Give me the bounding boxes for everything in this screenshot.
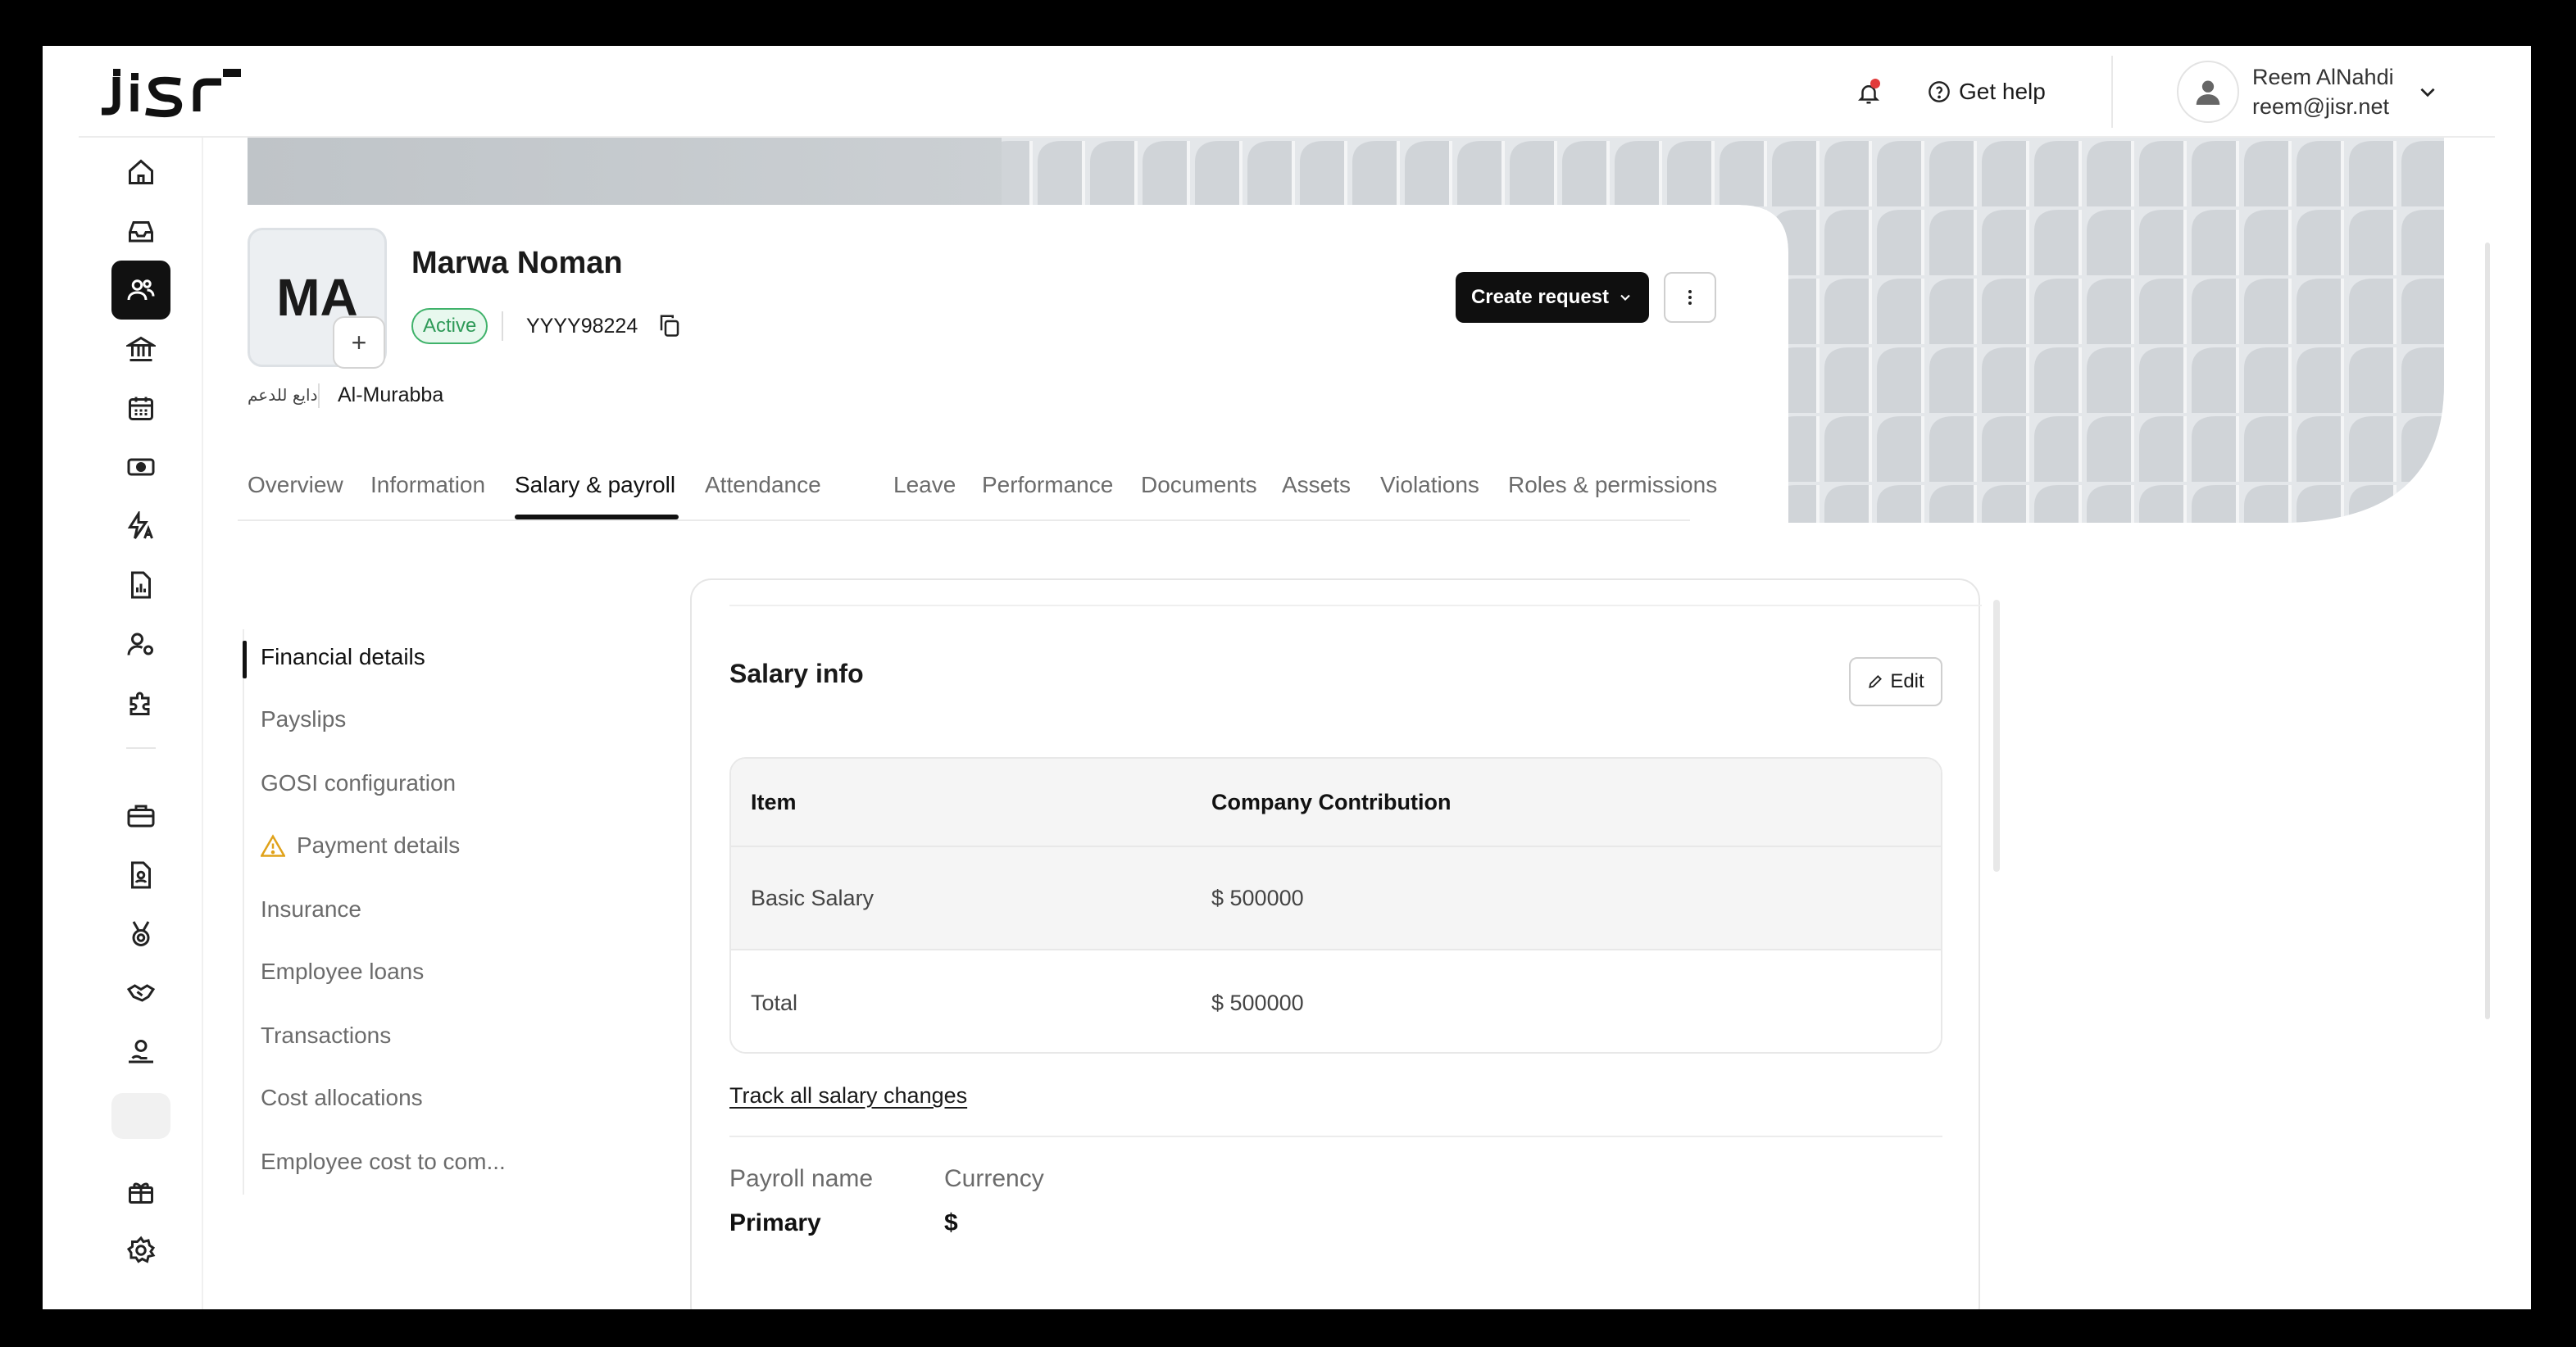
salary-info-title: Salary info <box>729 659 864 688</box>
subnav-insurance[interactable]: Insurance <box>261 896 361 923</box>
tab-salary-payroll[interactable]: Salary & payroll <box>515 472 675 498</box>
subnav-cost-allocations[interactable]: Cost allocations <box>261 1085 423 1111</box>
notification-dot <box>1870 79 1880 88</box>
user-menu[interactable]: Reem AlNahdi reem@jisr.net <box>2177 57 2438 126</box>
table-row: Basic Salary $ 500000 <box>731 847 1941 950</box>
payroll-name-value: Primary <box>729 1209 821 1236</box>
copy-icon[interactable] <box>657 313 682 338</box>
briefcase-icon[interactable] <box>111 787 170 846</box>
currency-label: Currency <box>944 1165 1044 1192</box>
row-value: $ 500000 <box>1211 990 1304 1015</box>
salary-table: Item Company Contribution Basic Salary $… <box>729 757 1942 1054</box>
chevron-down-icon <box>1620 294 1630 301</box>
section-divider <box>729 1136 1942 1137</box>
currency-value: $ <box>944 1209 958 1236</box>
row-item: Basic Salary <box>751 885 875 910</box>
automation-icon[interactable] <box>111 497 170 556</box>
app-window: Get help Reem AlNahdi reem@jisr.net MA +… <box>43 46 2531 1309</box>
payroll-name-label: Payroll name <box>729 1165 874 1192</box>
user-settings-icon[interactable] <box>111 615 170 674</box>
subnav-payslips[interactable]: Payslips <box>261 706 346 732</box>
status-badge: Active <box>411 308 488 344</box>
inbox-icon[interactable] <box>111 202 170 261</box>
track-salary-changes-link[interactable]: Track all salary changes <box>729 1083 967 1109</box>
tab-performance[interactable]: Performance <box>982 472 1113 498</box>
gift-icon[interactable] <box>111 1162 170 1221</box>
tab-attendance[interactable]: Attendance <box>705 472 821 498</box>
warning-icon <box>261 834 285 857</box>
user-avatar <box>2177 61 2239 123</box>
top-bar: Get help Reem AlNahdi reem@jisr.net <box>43 46 2531 138</box>
settings-icon[interactable] <box>111 1221 170 1280</box>
integrations-icon[interactable] <box>111 674 170 732</box>
chevron-down-icon <box>2420 88 2435 98</box>
notifications-button[interactable] <box>1849 74 1888 113</box>
subnav-transactions[interactable]: Transactions <box>261 1023 391 1049</box>
get-help-label: Get help <box>1959 79 2046 104</box>
hand-money-icon[interactable] <box>111 1023 170 1082</box>
row-value: $ 500000 <box>1211 885 1304 910</box>
subnav-employee-loans[interactable]: Employee loans <box>261 959 424 985</box>
home-icon[interactable] <box>111 143 170 202</box>
medal-icon[interactable] <box>111 905 170 964</box>
upload-photo-button[interactable]: + <box>333 316 385 369</box>
help-circle-icon <box>1929 81 1950 102</box>
sidebar-divider <box>126 747 156 749</box>
employees-icon[interactable] <box>111 261 170 320</box>
edit-label: Edit <box>1890 670 1924 692</box>
tab-overview[interactable]: Overview <box>248 472 343 498</box>
table-row: Total $ 500000 <box>731 950 1941 1052</box>
id-card-icon[interactable] <box>111 846 170 905</box>
create-request-label: Create request <box>1470 286 1610 308</box>
profile-tabs: Overview Information Salary & payroll At… <box>238 472 1717 521</box>
subnav-employee-cost[interactable]: Employee cost to com... <box>261 1149 506 1175</box>
user-icon <box>2196 80 2220 105</box>
employee-name: Marwa Noman <box>411 246 623 280</box>
tab-assets[interactable]: Assets <box>1282 472 1351 498</box>
subnav-payment-details[interactable]: Payment details <box>261 832 460 859</box>
employee-id: YYYY98224 <box>526 315 638 338</box>
active-tab-indicator <box>515 515 679 519</box>
column-header-company-contribution: Company Contribution <box>1211 789 1452 814</box>
subnav-payment-details-label: Payment details <box>297 832 461 858</box>
pencil-icon <box>1869 675 1883 688</box>
handshake-icon[interactable] <box>111 964 170 1023</box>
sidebar-placeholder <box>111 1093 170 1139</box>
tab-violations[interactable]: Violations <box>1380 472 1479 498</box>
company-name: دايع للدعم <box>248 385 318 405</box>
user-name: Reem AlNahdi <box>2252 65 2394 89</box>
calendar-icon[interactable] <box>111 379 170 438</box>
location-divider <box>318 383 320 408</box>
row-item: Total <box>751 990 798 1015</box>
reports-icon[interactable] <box>111 556 170 615</box>
tab-leave[interactable]: Leave <box>893 472 956 498</box>
tab-information[interactable]: Information <box>370 472 485 498</box>
tab-roles-permissions[interactable]: Roles & permissions <box>1508 472 1717 498</box>
table-header-row: Item Company Contribution <box>731 759 1941 847</box>
subnav-gosi-configuration[interactable]: GOSI configuration <box>261 770 456 796</box>
header-divider <box>2111 56 2113 128</box>
id-divider <box>502 311 503 341</box>
employee-location: Al-Murabba <box>338 383 444 406</box>
tab-documents[interactable]: Documents <box>1141 472 1257 498</box>
column-header-item: Item <box>751 789 797 814</box>
panel-divider <box>729 605 1982 606</box>
more-options-button[interactable] <box>1664 272 1716 323</box>
subnav-financial-details[interactable]: Financial details <box>261 644 425 670</box>
money-icon[interactable] <box>111 438 170 497</box>
sidebar <box>79 138 203 1309</box>
more-vertical-icon <box>1688 290 1692 305</box>
subnav-active-indicator <box>243 641 247 678</box>
jisr-logo[interactable] <box>98 62 246 120</box>
subnav-rail <box>243 629 244 1195</box>
bank-icon[interactable] <box>111 320 170 379</box>
panel-scrollbar[interactable] <box>1993 600 2000 872</box>
page-scrollbar[interactable] <box>2485 243 2490 1019</box>
user-email: reem@jisr.net <box>2252 94 2389 119</box>
create-request-button[interactable]: Create request <box>1456 272 1649 323</box>
get-help-button[interactable]: Get help <box>1928 70 2046 113</box>
edit-salary-button[interactable]: Edit <box>1849 657 1942 706</box>
